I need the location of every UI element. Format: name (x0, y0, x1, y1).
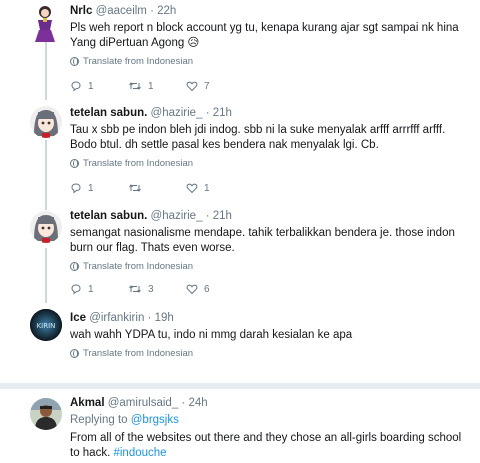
translate-label: Translate from Indonesian (83, 158, 194, 169)
tweet-actions: 1 1 7 (70, 80, 244, 92)
tweet[interactable]: tetelan sabun. @hazirie_ · 21h semangat … (0, 205, 480, 305)
replying-to: Replying to @brgsjks (70, 414, 472, 426)
retweet-button[interactable] (128, 182, 186, 194)
display-name[interactable]: Akmal (70, 397, 105, 409)
reply-icon (71, 183, 81, 194)
avatar-image (30, 106, 62, 138)
translate-link[interactable]: Translate from Indonesian (70, 261, 472, 272)
avatar-image (35, 6, 55, 42)
translate-link[interactable]: Translate from Indonesian (70, 56, 472, 67)
display-name[interactable]: tetelan sabun. (70, 107, 147, 119)
separator-dot: · (150, 5, 154, 17)
tweet-header: tetelan sabun. @hazirie_ · 21h (70, 106, 472, 121)
hashtag-link[interactable]: #indouche (113, 447, 166, 459)
translate-label: Translate from Indonesian (83, 348, 194, 359)
retweet-count: 3 (148, 283, 154, 295)
tweet-actions: 1 1 (70, 182, 244, 194)
heart-icon (186, 284, 198, 295)
tweet-actions: 1 3 6 (70, 283, 244, 295)
reply-button[interactable]: 1 (70, 80, 128, 92)
tweet-text: Pls weh report n block account yg tu, ke… (70, 22, 459, 49)
avatar-image (30, 398, 62, 430)
avatar[interactable] (30, 211, 62, 243)
avatar-image (30, 211, 62, 243)
tweet[interactable]: Akmal @amirulsaid_ · 24h Replying to @br… (0, 390, 480, 463)
like-count: 6 (204, 283, 210, 295)
reply-count: 1 (88, 283, 94, 295)
avatar[interactable] (30, 4, 60, 44)
separator-dot: · (181, 397, 186, 409)
like-button[interactable]: 1 (186, 182, 244, 194)
like-button[interactable]: 6 (186, 283, 244, 295)
timestamp[interactable]: 24h (188, 397, 207, 409)
separator-dot: · (205, 210, 210, 222)
heart-icon (186, 81, 198, 92)
tweet-text: semangat nasionalisme mendape. tahik ter… (70, 227, 455, 254)
timestamp[interactable]: 21h (213, 107, 232, 119)
avatar[interactable]: KIRIN (30, 309, 62, 341)
avatar-image: KIRIN (30, 309, 62, 341)
tweet[interactable]: Nrlc @aaceilm · 22h Pls weh report n blo… (0, 0, 480, 100)
timestamp[interactable]: 22h (157, 5, 176, 17)
translate-link[interactable]: Translate from Indonesian (70, 348, 472, 359)
display-name[interactable]: Nrlc (70, 5, 92, 17)
tweet-text: From all of the websites out there and t… (70, 431, 472, 461)
thread-separator (0, 383, 480, 389)
user-handle[interactable]: @aaceilm (96, 5, 147, 17)
timestamp[interactable]: 21h (213, 210, 232, 222)
reply-icon (71, 284, 81, 295)
reply-button[interactable]: 1 (70, 182, 128, 194)
tweet-text: wah wahh YDPA tu, indo ni mmg darah kesi… (70, 329, 353, 341)
tweet[interactable]: tetelan sabun. @hazirie_ · 21h Tau x sbb… (0, 100, 480, 210)
tweet-header: tetelan sabun. @hazirie_ · 21h (70, 209, 472, 224)
timestamp[interactable]: 19h (155, 312, 174, 324)
translate-link[interactable]: Translate from Indonesian (70, 158, 472, 169)
heart-icon (186, 183, 198, 194)
tweet-header: Nrlc @aaceilm · 22h (70, 4, 472, 19)
mention-link[interactable]: @brgsjks (131, 414, 179, 426)
retweet-icon (129, 82, 141, 90)
retweet-button[interactable]: 3 (128, 283, 186, 295)
reply-count: 1 (88, 182, 94, 194)
avatar-text: KIRIN (37, 322, 56, 330)
tweet-header: Ice @irfankirin · 19h (70, 311, 472, 326)
globe-icon (70, 262, 79, 271)
retweet-count: 1 (148, 80, 154, 92)
display-name[interactable]: Ice (70, 312, 86, 324)
user-handle[interactable]: @hazirie_ (151, 210, 203, 222)
user-handle[interactable]: @amirulsaid_ (108, 397, 178, 409)
user-handle[interactable]: @irfankirin (89, 312, 144, 324)
avatar[interactable] (30, 106, 62, 138)
avatar[interactable] (30, 398, 62, 430)
tweet[interactable]: KIRIN Ice @irfankirin · 19h wah wahh YDP… (0, 305, 480, 385)
like-count: 7 (204, 80, 210, 92)
separator-dot: · (147, 312, 152, 324)
tweet-text: Tau x sbb pe indon bleh jdi indog. sbb n… (70, 124, 446, 151)
translate-label: Translate from Indonesian (83, 261, 194, 272)
like-button[interactable]: 7 (186, 80, 244, 92)
retweet-button[interactable]: 1 (128, 80, 186, 92)
retweet-icon (129, 285, 141, 293)
like-count: 1 (204, 182, 210, 194)
tweet-header: Akmal @amirulsaid_ · 24h (70, 396, 472, 411)
globe-icon (70, 159, 79, 168)
reply-button[interactable]: 1 (70, 283, 128, 295)
translate-label: Translate from Indonesian (83, 56, 194, 67)
globe-icon (70, 349, 79, 358)
display-name[interactable]: tetelan sabun. (70, 210, 147, 222)
reply-count: 1 (88, 80, 94, 92)
user-handle[interactable]: @hazirie_ (151, 107, 203, 119)
replying-to-label: Replying to (70, 414, 128, 426)
globe-icon (70, 57, 79, 66)
retweet-icon (129, 184, 141, 192)
reply-icon (71, 81, 81, 92)
separator-dot: · (205, 107, 210, 119)
